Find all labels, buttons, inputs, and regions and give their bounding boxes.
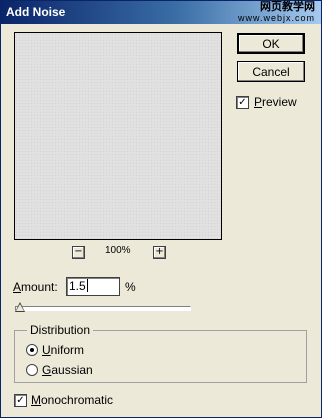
- amount-value: 1.5: [69, 279, 86, 293]
- zoom-out-button[interactable]: −: [72, 246, 85, 259]
- gaussian-label[interactable]: Gaussian: [42, 363, 93, 377]
- cancel-button[interactable]: Cancel: [237, 61, 305, 82]
- amount-label: Amount:: [13, 280, 58, 294]
- dialog-title: Add Noise: [6, 5, 66, 19]
- monochromatic-checkbox[interactable]: ✓: [14, 394, 27, 407]
- amount-slider-track[interactable]: [15, 306, 191, 311]
- monochromatic-label[interactable]: Monochromatic: [31, 393, 113, 407]
- uniform-label[interactable]: Uniform: [42, 343, 84, 357]
- watermark-line2: www.webjx.com: [237, 13, 315, 23]
- title-bar[interactable]: Add Noise 网页教学网 www.webjx.com: [1, 1, 321, 24]
- ok-button[interactable]: OK: [237, 33, 305, 54]
- gaussian-radio[interactable]: [26, 364, 38, 376]
- uniform-radio[interactable]: [26, 344, 38, 356]
- amount-field[interactable]: 1.5: [66, 277, 120, 296]
- text-caret: [86, 279, 88, 292]
- watermark-line1: 网页教学网: [260, 1, 315, 13]
- watermark: 网页教学网 www.webjx.com: [238, 2, 315, 24]
- add-noise-dialog: Add Noise 网页教学网 www.webjx.com OK Cancel …: [0, 0, 322, 418]
- preview-pane[interactable]: [14, 32, 222, 240]
- zoom-level: 100%: [105, 245, 131, 256]
- distribution-title: Distribution: [27, 323, 94, 337]
- amount-slider-thumb[interactable]: [15, 302, 25, 312]
- amount-unit: %: [125, 280, 136, 294]
- preview-label[interactable]: Preview: [254, 95, 297, 109]
- zoom-in-button[interactable]: +: [153, 246, 166, 259]
- radio-selected-dot: [30, 348, 34, 352]
- preview-checkbox[interactable]: ✓: [236, 96, 249, 109]
